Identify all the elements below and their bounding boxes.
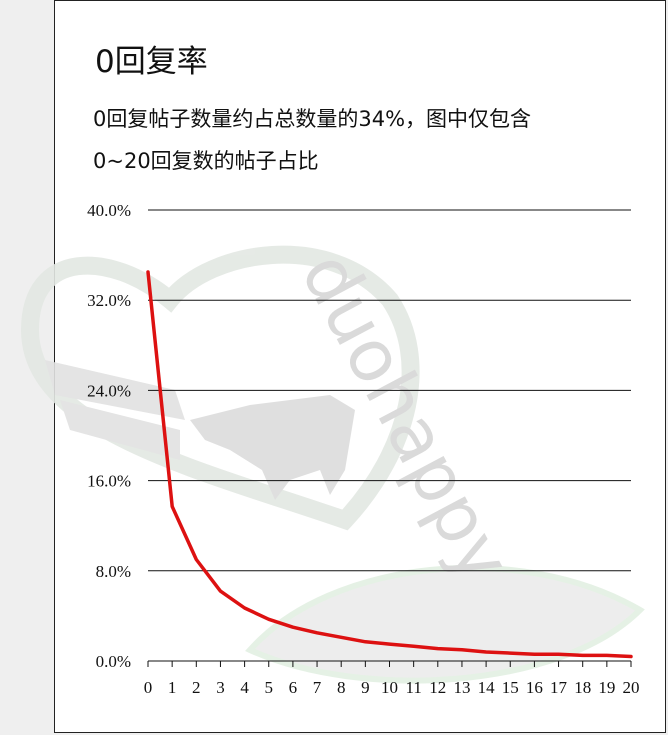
y-tick-label: 32.0% xyxy=(87,291,131,310)
x-tick-label: 18 xyxy=(574,678,591,697)
x-tick-label: 2 xyxy=(192,678,201,697)
line-chart: duohappy 0.0%8.0%16.0%24.0%32.0%40.0% 01… xyxy=(20,201,645,697)
x-tick-label: 6 xyxy=(289,678,298,697)
y-tick-label: 0.0% xyxy=(96,652,131,671)
x-tick-label: 5 xyxy=(265,678,274,697)
y-tick-label: 8.0% xyxy=(96,562,131,581)
x-tick-label: 11 xyxy=(405,678,421,697)
x-tick-label: 16 xyxy=(526,678,543,697)
x-tick-label: 10 xyxy=(381,678,398,697)
x-tick-label: 19 xyxy=(598,678,615,697)
y-tick-label: 24.0% xyxy=(87,381,131,400)
x-tick-label: 7 xyxy=(313,678,322,697)
x-tick-label: 14 xyxy=(478,678,496,697)
x-tick-label: 13 xyxy=(453,678,470,697)
watermark-leaf-icon xyxy=(245,564,645,684)
y-tick-label: 16.0% xyxy=(87,472,131,491)
x-tick-label: 3 xyxy=(216,678,225,697)
x-tick-label: 0 xyxy=(144,678,153,697)
x-tick-label: 12 xyxy=(429,678,446,697)
x-tick-label: 20 xyxy=(623,678,640,697)
x-tick-label: 4 xyxy=(240,678,249,697)
x-tick-label: 17 xyxy=(550,678,568,697)
x-tick-label: 9 xyxy=(361,678,370,697)
x-tick-label: 1 xyxy=(168,678,177,697)
y-tick-label: 40.0% xyxy=(87,201,131,220)
x-tick-label: 15 xyxy=(502,678,519,697)
x-tick-label: 8 xyxy=(337,678,346,697)
